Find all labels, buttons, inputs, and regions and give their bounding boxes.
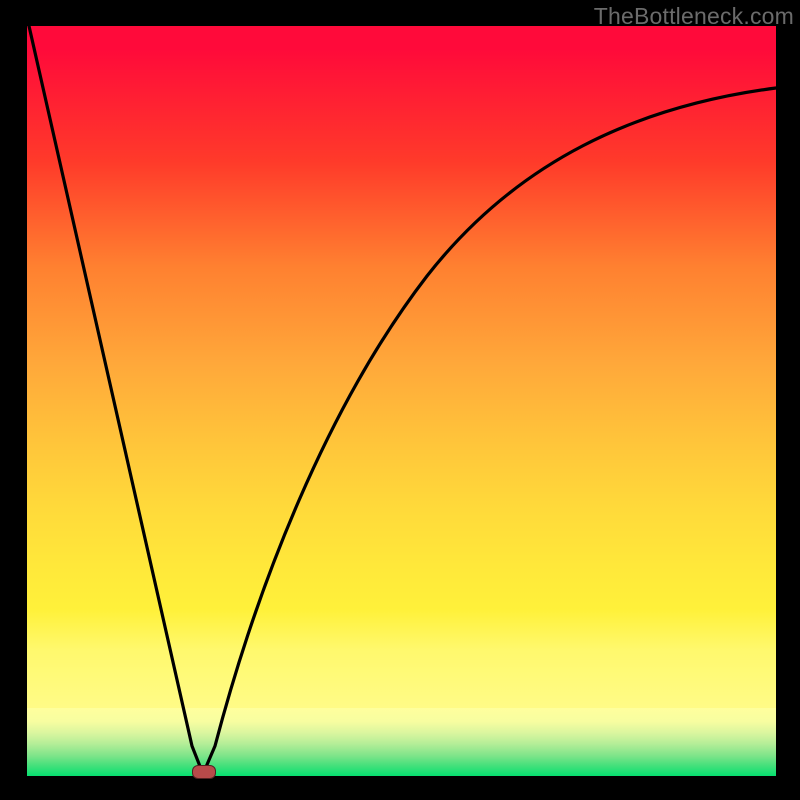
bottleneck-curve	[27, 26, 776, 776]
chart-frame: TheBottleneck.com	[0, 0, 800, 800]
optimum-marker	[192, 765, 216, 779]
plot-area	[27, 26, 776, 776]
curve-path	[29, 26, 776, 774]
